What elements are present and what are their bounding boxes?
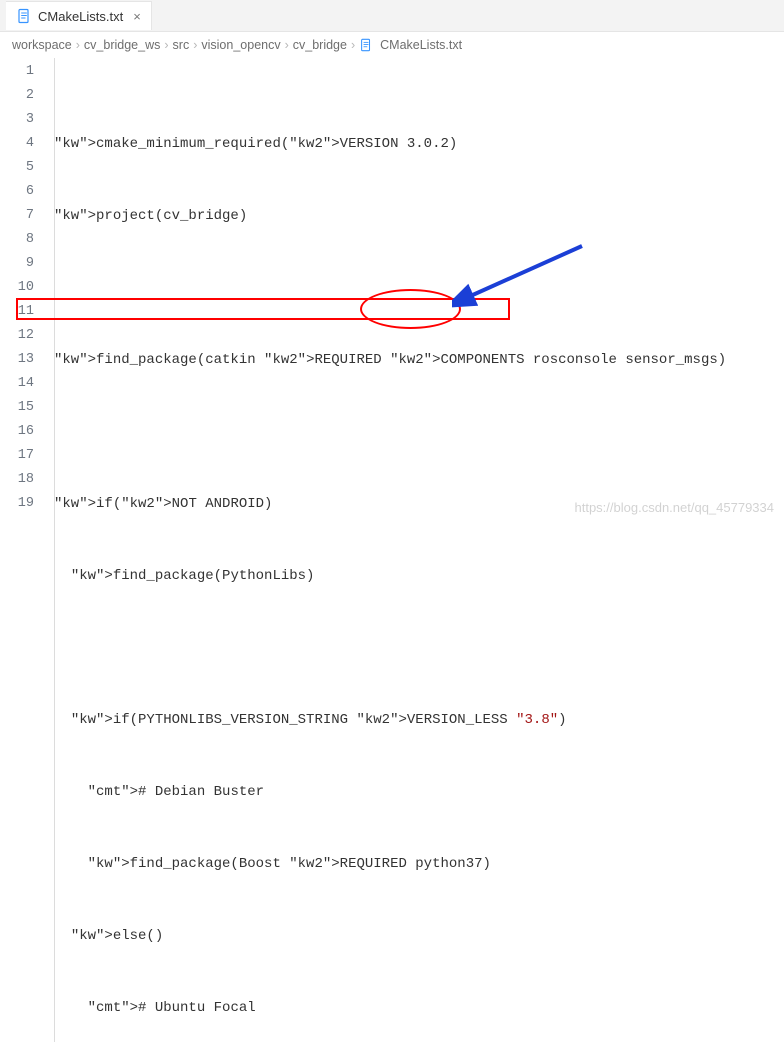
code-editor[interactable]: 1 2 3 4 5 6 7 8 9 10 11 12 13 14 15 16 1…	[0, 58, 784, 1042]
chevron-right-icon: ›	[285, 38, 289, 52]
chevron-right-icon: ›	[164, 38, 168, 52]
code-line	[54, 276, 784, 300]
tab-bar: CMakeLists.txt ×	[0, 0, 784, 32]
line-number: 3	[0, 108, 34, 132]
line-number: 6	[0, 180, 34, 204]
code-content[interactable]: "kw">cmake_minimum_required("kw2">VERSIO…	[54, 58, 784, 1042]
line-number: 1	[0, 60, 34, 84]
line-number: 17	[0, 444, 34, 468]
close-icon[interactable]: ×	[133, 9, 141, 24]
line-number: 12	[0, 324, 34, 348]
code-line: "kw">cmake_minimum_required("kw2">VERSIO…	[54, 132, 784, 156]
chevron-right-icon: ›	[351, 38, 355, 52]
line-number: 18	[0, 468, 34, 492]
code-line: "kw">project(cv_bridge)	[54, 204, 784, 228]
file-icon	[359, 38, 373, 52]
line-number: 14	[0, 372, 34, 396]
file-icon	[16, 8, 32, 24]
editor-tab[interactable]: CMakeLists.txt ×	[6, 1, 152, 30]
line-number: 10	[0, 276, 34, 300]
breadcrumb-item[interactable]: cv_bridge_ws	[84, 38, 160, 52]
line-number: 4	[0, 132, 34, 156]
breadcrumb-item[interactable]: CMakeLists.txt	[380, 38, 462, 52]
code-line: "kw">find_package(catkin "kw2">REQUIRED …	[54, 348, 784, 372]
breadcrumb-item[interactable]: cv_bridge	[293, 38, 347, 52]
tab-filename: CMakeLists.txt	[38, 9, 123, 24]
chevron-right-icon: ›	[193, 38, 197, 52]
code-line	[54, 636, 784, 660]
code-line: "kw">if(PYTHONLIBS_VERSION_STRING "kw2">…	[54, 708, 784, 732]
line-number: 8	[0, 228, 34, 252]
code-line	[54, 420, 784, 444]
chevron-right-icon: ›	[76, 38, 80, 52]
code-line: "cmt"># Ubuntu Focal	[54, 996, 784, 1020]
line-number: 13	[0, 348, 34, 372]
breadcrumb-item[interactable]: src	[173, 38, 190, 52]
line-number: 5	[0, 156, 34, 180]
line-number: 19	[0, 492, 34, 516]
line-number: 16	[0, 420, 34, 444]
code-line: "kw">else()	[54, 924, 784, 948]
code-line: "cmt"># Debian Buster	[54, 780, 784, 804]
breadcrumbs: workspace › cv_bridge_ws › src › vision_…	[0, 32, 784, 58]
breadcrumb-item[interactable]: workspace	[12, 38, 72, 52]
line-number: 2	[0, 84, 34, 108]
code-line: "kw">find_package(Boost "kw2">REQUIRED p…	[54, 852, 784, 876]
line-gutter: 1 2 3 4 5 6 7 8 9 10 11 12 13 14 15 16 1…	[0, 58, 54, 1042]
line-number: 7	[0, 204, 34, 228]
watermark: https://blog.csdn.net/qq_45779334	[575, 500, 775, 515]
line-number: 15	[0, 396, 34, 420]
breadcrumb-item[interactable]: vision_opencv	[201, 38, 280, 52]
line-number: 11	[0, 300, 34, 324]
line-number: 9	[0, 252, 34, 276]
code-line: "kw">find_package(PythonLibs)	[54, 564, 784, 588]
